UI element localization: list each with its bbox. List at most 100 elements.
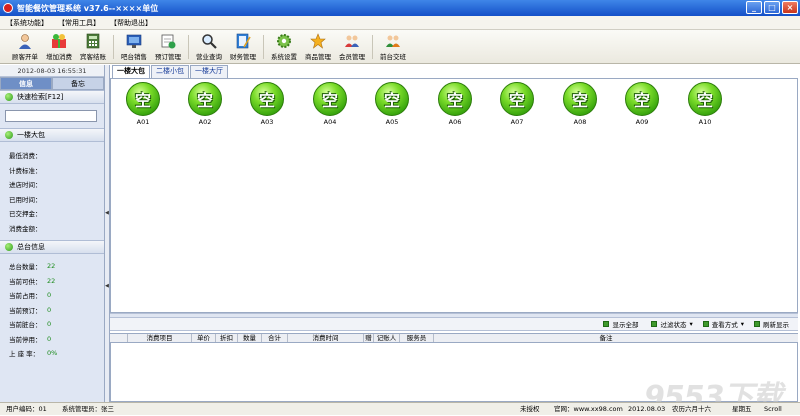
table-name: A02	[198, 118, 212, 126]
col-waiter[interactable]: 服务员	[400, 334, 434, 342]
show-all-button[interactable]: 显示全部	[603, 319, 641, 329]
col-quantity[interactable]: 数量	[238, 334, 262, 342]
info-used-time: 已用时间：	[9, 195, 42, 204]
empty-table-icon: 空	[126, 82, 160, 116]
filter-label: 查看方式	[711, 321, 738, 329]
add-consumption-button[interactable]: 增加消费	[42, 31, 76, 63]
product-management-button[interactable]: 商品管理	[301, 31, 335, 63]
stat-occupancy-rate: 上 座 率： 0%	[9, 346, 104, 361]
business-query-button[interactable]: 营业查询	[192, 31, 226, 63]
collapse-arrow-icon[interactable]: ◀	[105, 283, 109, 289]
empty-table-icon: 空	[438, 82, 472, 116]
menu-system-functions[interactable]: 【系统功能】	[6, 18, 48, 28]
empty-table-icon: 空	[188, 82, 222, 116]
booking-management-button[interactable]: 预订管理	[151, 31, 185, 63]
table-a08[interactable]: 空 A08	[562, 82, 598, 126]
minimize-button[interactable]: _	[746, 1, 762, 14]
stat-label: 当前占用：	[9, 292, 42, 301]
filter-icon	[651, 321, 658, 327]
refresh-display-button[interactable]: 刷新显示	[754, 319, 792, 329]
table-a09[interactable]: 空 A09	[624, 82, 660, 126]
info-consumption-amount: 消费金额：	[9, 224, 42, 233]
members-icon	[344, 33, 360, 49]
table-a05[interactable]: 空 A05	[374, 82, 410, 126]
table-name: A05	[385, 118, 399, 126]
table-name: A01	[136, 118, 150, 126]
empty-table-icon: 空	[313, 82, 347, 116]
front-desk-handover-button[interactable]: 前台交班	[376, 31, 410, 63]
stat-value: 0	[47, 320, 52, 329]
toolbar-label: 吧台销售	[121, 53, 147, 61]
col-bookkeeper[interactable]: 记账人	[374, 334, 400, 342]
customer-icon	[17, 33, 33, 49]
stat-value: 22	[47, 262, 56, 271]
tab-floor1-hall[interactable]: 一楼大厅	[190, 65, 228, 78]
col-time[interactable]: 消费时间	[288, 334, 364, 342]
stat-value: 22	[47, 276, 56, 285]
empty-table-icon: 空	[563, 82, 597, 116]
finance-management-button[interactable]: 财务管理	[226, 31, 260, 63]
table-name: A03	[260, 118, 274, 126]
close-button[interactable]: ×	[782, 1, 798, 14]
stat-label: 当前可供：	[9, 277, 42, 286]
tab-floor2-small-room[interactable]: 二楼小包	[151, 65, 189, 78]
toolbar-separator	[263, 35, 264, 59]
stat-label: 当前预订：	[9, 306, 42, 315]
col-remarks[interactable]: 备注	[434, 334, 778, 342]
room-header: 一楼大包	[0, 128, 104, 142]
toolbar-label: 顾客开单	[12, 53, 38, 61]
stat-occupied: 当前占用： 0	[9, 288, 104, 303]
table-name: A08	[573, 118, 587, 126]
consumption-list-header: 消费项目 单价 折扣 数量 合计 消费时间 赠 记账人 服务员 备注	[110, 333, 798, 343]
stat-label: 当前停用：	[9, 335, 42, 344]
empty-table-icon: 空	[375, 82, 409, 116]
summary-stats: 总台数量： 22 当前可供： 22 当前占用： 0 当前预订： 0 当前脏台： 0 当前停…	[0, 254, 104, 361]
empty-table-icon: 空	[250, 82, 284, 116]
empty-table-icon: 空	[500, 82, 534, 116]
menu-help-exit[interactable]: 【帮助退出】	[110, 18, 152, 28]
toolbar-label: 增加消费	[46, 53, 72, 61]
table-a02[interactable]: 空 A02	[187, 82, 223, 126]
collapse-arrow-icon[interactable]: ◀	[105, 210, 109, 216]
stat-value: 0	[47, 305, 52, 314]
toolbar-label: 预订管理	[155, 53, 181, 61]
table-a03[interactable]: 空 A03	[249, 82, 285, 126]
table-a07[interactable]: 空 A07	[499, 82, 535, 126]
quick-search-input[interactable]	[5, 110, 97, 122]
col-price[interactable]: 单价	[192, 334, 216, 342]
stat-value: 0%	[47, 349, 58, 358]
menu-common-tools[interactable]: 【常用工具】	[58, 18, 100, 28]
tab-info[interactable]: 信息	[0, 77, 52, 90]
green-dot-icon	[5, 243, 13, 251]
toolbar-label: 会员管理	[339, 53, 365, 61]
star-icon	[310, 33, 326, 49]
website: 官网：www.xx98.com	[554, 405, 623, 413]
table-a01[interactable]: 空 A01	[125, 82, 161, 126]
col-item[interactable]: 消费项目	[128, 334, 192, 342]
member-management-button[interactable]: 会员管理	[335, 31, 369, 63]
stat-label: 当前脏台：	[9, 321, 42, 330]
current-datetime: 2012-08-03 16:55:31	[0, 65, 104, 77]
table-a06[interactable]: 空 A06	[437, 82, 473, 126]
filter-status-dropdown[interactable]: 过滤状态 ▾	[651, 319, 693, 329]
filter-label: 刷新显示	[763, 321, 789, 329]
maximize-button[interactable]: □	[764, 1, 780, 14]
col-gift[interactable]: 赠	[364, 334, 374, 342]
filter-bar: 显示全部 过滤状态 ▾ 查看方式 ▾ 刷新显示	[110, 318, 798, 331]
col-index[interactable]	[110, 334, 128, 342]
system-settings-button[interactable]: 系统设置	[267, 31, 301, 63]
scroll-indicator: Scroll	[764, 405, 782, 413]
floor-tabs: 一楼大包 二楼小包 一楼大厅	[112, 65, 229, 78]
guest-checkout-button[interactable]: 宾客结账	[76, 31, 110, 63]
col-discount[interactable]: 折扣	[216, 334, 238, 342]
bar-sales-button[interactable]: 吧台销售	[117, 31, 151, 63]
dropdown-arrow-icon: ▾	[740, 320, 744, 328]
left-panel: 2012-08-03 16:55:31 信息 备忘 快速检索[F12] 一楼大包…	[0, 65, 105, 402]
col-total[interactable]: 合计	[262, 334, 288, 342]
customer-open-order-button[interactable]: 顾客开单	[8, 31, 42, 63]
tab-floor1-large-room[interactable]: 一楼大包	[112, 65, 150, 78]
tab-memo[interactable]: 备忘	[52, 77, 104, 90]
view-mode-dropdown[interactable]: 查看方式 ▾	[702, 319, 744, 329]
table-a10[interactable]: 空 A10	[687, 82, 723, 126]
table-a04[interactable]: 空 A04	[312, 82, 348, 126]
